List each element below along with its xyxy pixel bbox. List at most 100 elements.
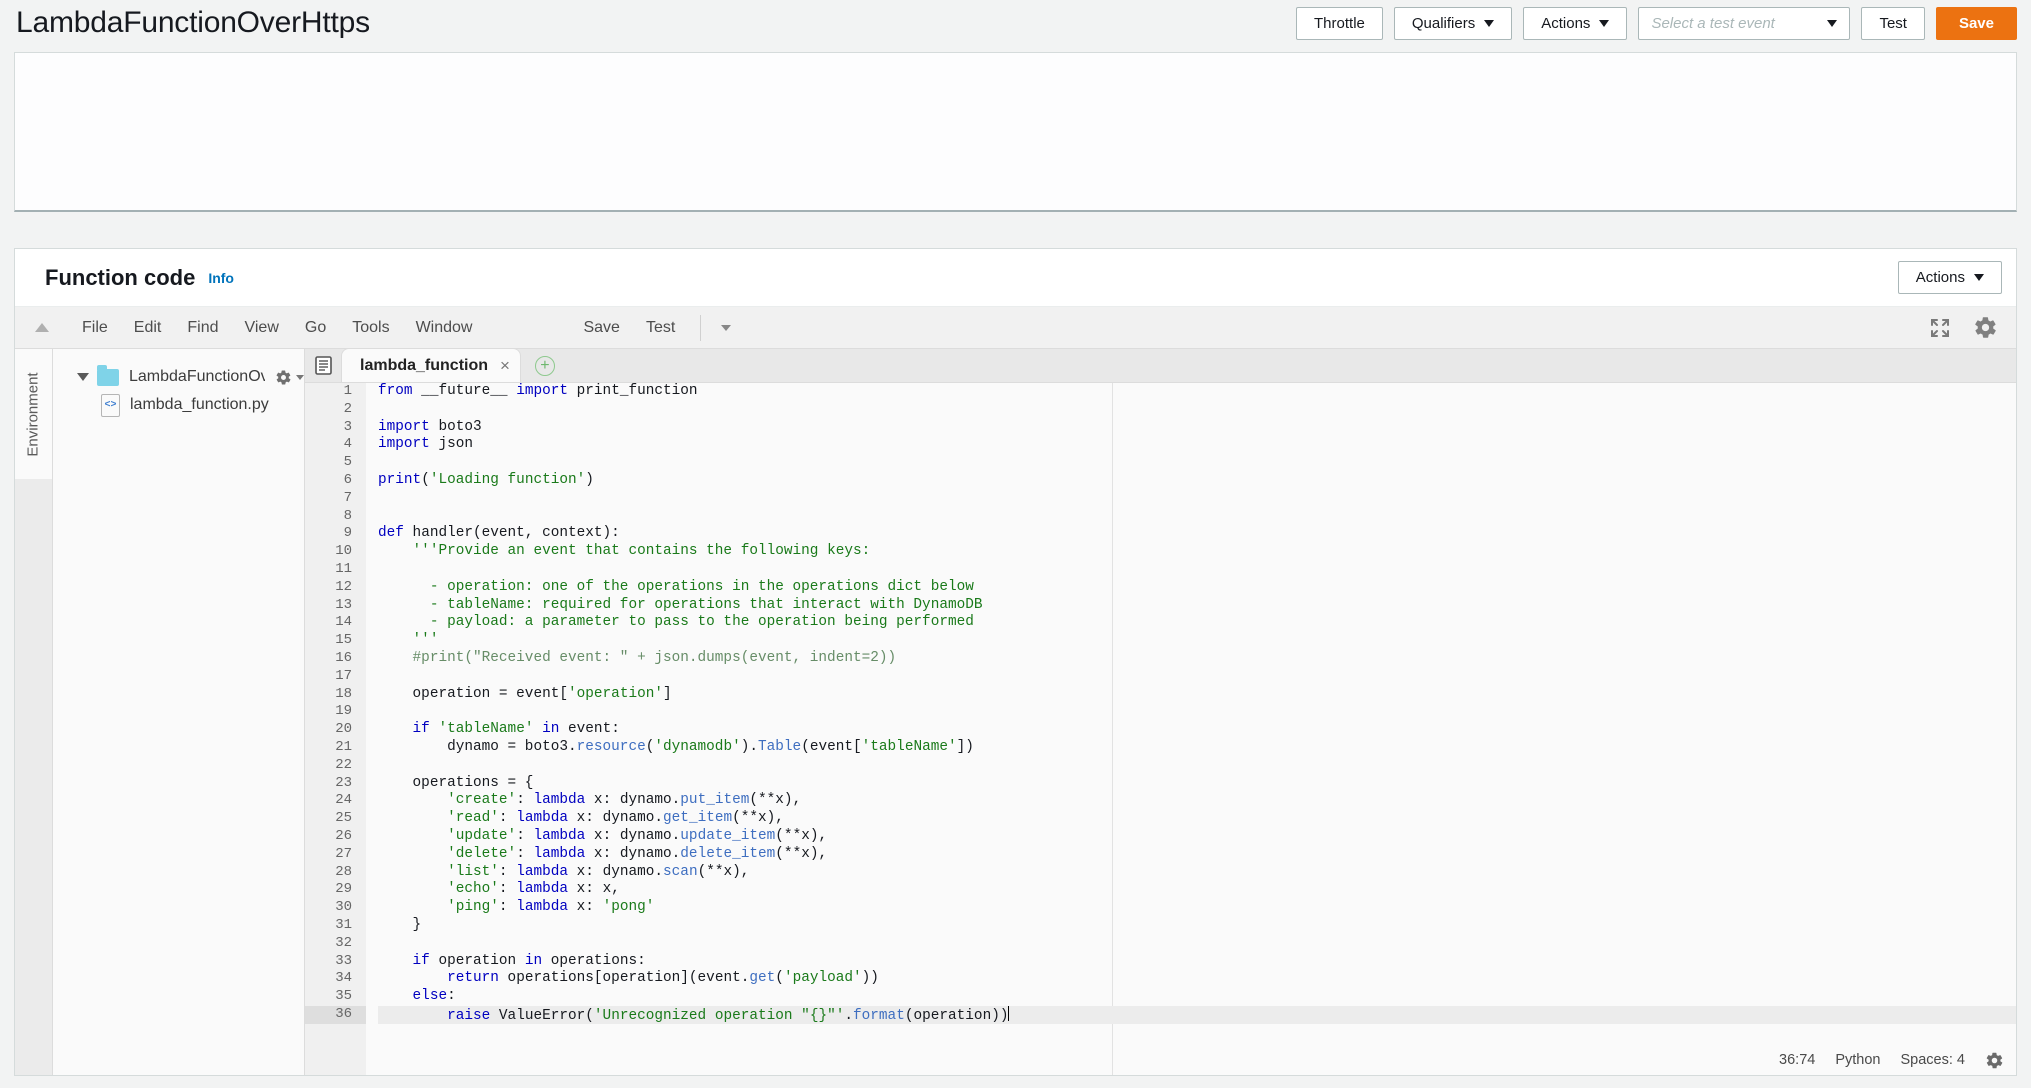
- code-line: - tableName: required for operations tha…: [378, 596, 983, 613]
- chevron-down-icon: [1974, 274, 1984, 281]
- line-number: 31: [335, 916, 352, 933]
- menu-window[interactable]: Window: [403, 319, 486, 337]
- menu-find[interactable]: Find: [174, 319, 231, 337]
- chevron-down-icon: [1484, 19, 1495, 27]
- line-number: 4: [343, 436, 352, 453]
- line-number: 7: [343, 489, 352, 506]
- qualifiers-button[interactable]: Qualifiers: [1393, 6, 1513, 40]
- code-line: raise ValueError('Unrecognized operation…: [378, 1005, 2016, 1024]
- tree-settings-gear-icon[interactable]: [275, 369, 304, 386]
- code-line: ''': [378, 632, 439, 649]
- line-number: 23: [335, 774, 352, 791]
- editor-tab-label: lambda_function: [360, 356, 489, 374]
- menubar-divider: [700, 314, 702, 341]
- code-line: 'read': lambda x: dynamo.get_item(**x),: [447, 810, 784, 827]
- line-number: 32: [335, 934, 352, 951]
- line-number-gutter: 1 2 3 4 5 6 7 8 9 10 11 12 13 14 15 16 17 18 19 20 21 22 23 24 2…: [305, 383, 366, 1075]
- menu-go[interactable]: Go: [292, 319, 339, 337]
- designer-panel: [14, 52, 2017, 212]
- chevron-down-icon: [296, 374, 304, 380]
- line-number: 25: [335, 810, 352, 827]
- environment-rail: Environment: [15, 349, 53, 1075]
- code-line: operations = {: [378, 774, 534, 791]
- tab-list-icon[interactable]: [305, 348, 341, 382]
- line-number: 30: [335, 899, 352, 916]
- ide-test-button[interactable]: Test: [633, 319, 688, 337]
- environment-tab[interactable]: Environment: [15, 349, 53, 479]
- line-number: 2: [343, 400, 352, 417]
- code-line: 'echo': lambda x: x,: [447, 881, 620, 898]
- page-title: LambdaFunctionOverHttps: [16, 6, 370, 39]
- code-line: return operations[operation](event.get('…: [447, 970, 879, 987]
- menu-edit[interactable]: Edit: [121, 319, 175, 337]
- statusbar-gear-icon[interactable]: [1985, 1051, 2004, 1070]
- folder-icon: [97, 364, 119, 386]
- header-actions: Throttle Qualifiers Actions Select a tes…: [1296, 6, 2017, 40]
- code-line: operation = event['operation']: [378, 685, 672, 702]
- code-line: }: [378, 916, 422, 933]
- function-code-actions-button[interactable]: Actions: [1897, 261, 2002, 294]
- test-button[interactable]: Test: [1861, 6, 1925, 40]
- line-number: 9: [343, 525, 352, 542]
- code-line: - payload: a parameter to pass to the op…: [378, 614, 974, 631]
- throttle-button[interactable]: Throttle: [1296, 6, 1383, 40]
- save-button[interactable]: Save: [1935, 6, 2017, 40]
- line-number: 22: [335, 756, 352, 773]
- test-event-select[interactable]: Select a test event: [1638, 6, 1851, 40]
- cursor-position[interactable]: 36:74: [1779, 1052, 1815, 1068]
- new-tab-icon[interactable]: +: [534, 356, 555, 376]
- menu-file[interactable]: File: [69, 319, 121, 337]
- editor-tab-lambda-function[interactable]: lambda_function ×: [341, 348, 521, 382]
- editor-statusbar: 36:74 Python Spaces: 4: [1759, 1045, 2016, 1075]
- function-code-title: Function code: [45, 264, 196, 290]
- ide-save-button[interactable]: Save: [570, 319, 632, 337]
- python-file-icon: <>: [101, 393, 120, 417]
- collapse-panel-icon[interactable]: [35, 323, 49, 332]
- line-number: 6: [343, 471, 352, 488]
- function-code-header: Function code Info Actions: [15, 249, 2016, 307]
- code-line: 'update': lambda x: dynamo.update_item(*…: [447, 827, 828, 844]
- indent-setting[interactable]: Spaces: 4: [1901, 1052, 1966, 1068]
- tree-file-row[interactable]: <> lambda_function.py: [53, 391, 304, 419]
- file-tree: LambdaFunctionOv <> lambda_function.py: [53, 349, 305, 1075]
- throttle-button-label: Throttle: [1314, 14, 1365, 32]
- line-number: 12: [335, 578, 352, 595]
- info-link[interactable]: Info: [208, 270, 234, 286]
- line-number: 35: [335, 988, 352, 1005]
- line-number: 21: [335, 738, 352, 755]
- tree-folder-row[interactable]: LambdaFunctionOv: [53, 363, 304, 391]
- line-number: 28: [335, 863, 352, 880]
- code-line: - operation: one of the operations in th…: [378, 578, 974, 595]
- language-mode[interactable]: Python: [1835, 1052, 1880, 1068]
- line-number: 14: [335, 614, 352, 631]
- chevron-down-icon: [1599, 19, 1610, 27]
- code-editor[interactable]: 1 2 3 4 5 6 7 8 9 10 11 12 13 14 15 16 17 18 19 20 21 22 23 24 2…: [305, 383, 2016, 1075]
- line-number: 24: [335, 792, 352, 809]
- function-code-actions-label: Actions: [1915, 269, 1965, 286]
- settings-gear-icon[interactable]: [1973, 315, 1998, 340]
- code-line: print('Loading function'): [378, 471, 594, 488]
- code-line: '''Provide an event that contains the fo…: [412, 543, 871, 560]
- menu-view[interactable]: View: [231, 319, 291, 337]
- code-line: from __future__ import print_function: [378, 383, 698, 399]
- code-line: import boto3: [378, 418, 482, 435]
- close-icon[interactable]: ×: [500, 357, 510, 374]
- test-event-placeholder: Select a test event: [1651, 14, 1775, 32]
- code-line: else:: [412, 988, 456, 1005]
- expand-icon[interactable]: [1929, 317, 1951, 339]
- page-header: LambdaFunctionOverHttps Throttle Qualifi…: [0, 0, 2031, 46]
- chevron-down-icon: [1827, 19, 1838, 27]
- code-line: 'list': lambda x: dynamo.scan(**x),: [447, 863, 750, 880]
- code-content[interactable]: from __future__ import print_function im…: [366, 383, 2016, 1075]
- actions-button[interactable]: Actions: [1523, 6, 1628, 40]
- code-line: if 'tableName' in event:: [412, 721, 620, 738]
- menu-tools[interactable]: Tools: [339, 319, 402, 337]
- line-number: 3: [343, 418, 352, 435]
- chevron-down-icon[interactable]: [77, 373, 89, 381]
- test-dropdown-chevron-icon[interactable]: [721, 324, 732, 331]
- line-number: 11: [335, 560, 352, 577]
